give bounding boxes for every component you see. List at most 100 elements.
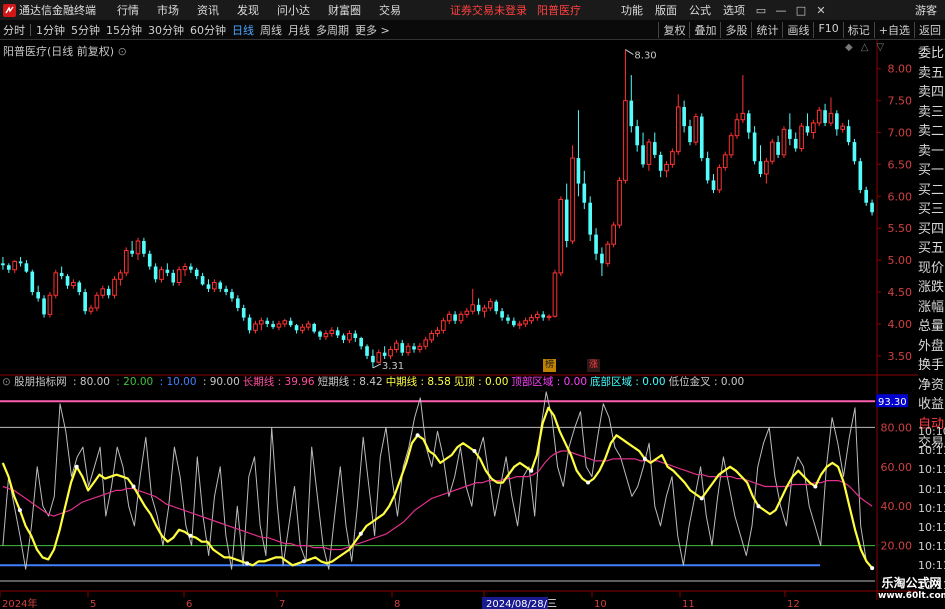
candle-body-up <box>529 317 534 322</box>
tab-5min[interactable]: 5分钟 <box>68 22 103 38</box>
adjust-price-button[interactable]: 复权 <box>658 21 689 38</box>
candle-body-up <box>135 240 141 255</box>
price-tick-label: 7.50 <box>888 95 913 108</box>
menu-market[interactable]: 市场 <box>157 2 179 18</box>
tab-monthly[interactable]: 月线 <box>285 22 313 38</box>
multi-stock-button[interactable]: 多股 <box>720 21 751 38</box>
side-panel-item[interactable]: 卖二 <box>918 122 945 142</box>
mark-button[interactable]: 标记 <box>842 21 874 38</box>
indicator-name[interactable]: 股朋指标网 <box>14 376 67 388</box>
maximize-window-icon[interactable]: □ <box>794 4 808 17</box>
overlay-button[interactable]: 叠加 <box>689 21 720 38</box>
menu-options[interactable]: 选项 <box>723 2 745 18</box>
candle-body-down <box>106 288 111 296</box>
close-window-icon[interactable]: ✕ <box>814 4 828 17</box>
candle-body-down <box>335 330 340 336</box>
menu-wealth-circle[interactable]: 财富圈 <box>328 2 361 18</box>
tick-time: 10:11 <box>918 559 945 573</box>
side-panel-item[interactable]: 净资 <box>918 376 945 396</box>
candle-body-up <box>123 250 129 274</box>
indicator-param-label: 长期线 <box>242 376 275 388</box>
tab-15min[interactable]: 15分钟 <box>103 22 145 38</box>
draw-line-button[interactable]: 画线 <box>782 21 813 38</box>
side-panel-item[interactable]: 卖一 <box>918 142 945 162</box>
minimize-window-icon[interactable]: — <box>774 4 788 17</box>
site-watermark: 乐淘公式网 www.60lt.com <box>878 574 945 601</box>
candle-body-up <box>159 269 164 280</box>
collapse-up-icon[interactable]: △ <box>861 42 877 53</box>
indicator-param: 中期线 : 8.58 <box>386 376 451 388</box>
expand-down-icon[interactable]: ▽ <box>876 42 892 53</box>
candle-body-down <box>506 317 510 321</box>
tab-weekly[interactable]: 周线 <box>257 22 285 38</box>
candle-body-down <box>142 241 146 254</box>
tab-30min[interactable]: 30分钟 <box>145 22 187 38</box>
menu-function[interactable]: 功能 <box>621 2 643 18</box>
tick-time: 10:11 <box>918 482 945 496</box>
tab-intraday[interactable]: 分时 <box>0 22 28 38</box>
menu-discover[interactable]: 发现 <box>237 2 259 18</box>
candle-body-up <box>323 333 329 338</box>
candle-body-up <box>100 288 106 296</box>
candle-body-down <box>189 266 193 270</box>
candle-body-up <box>12 260 18 271</box>
indicator-toggle-icon[interactable]: ⊙ <box>2 376 11 388</box>
trade-login-notice[interactable]: 证券交易未登录 <box>450 2 527 18</box>
kline-chart[interactable]: 8.00 7.50 7.00 6.50 6.00 5.50 5.00 4.50 4.00 3.50… <box>0 40 918 609</box>
tab-multi-period[interactable]: 多周期 <box>313 22 352 38</box>
indicator-param-label: 中期线 <box>385 376 418 388</box>
add-watchlist-button[interactable]: +自选 <box>873 21 914 38</box>
side-panel-item[interactable]: 卖四 <box>918 83 945 103</box>
candle-body-down <box>600 253 604 264</box>
menu-layout[interactable]: 版面 <box>655 2 677 18</box>
menu-ask[interactable]: 问小达 <box>277 2 310 18</box>
side-panel-item[interactable]: 委比 <box>918 44 945 64</box>
menu-formula[interactable]: 公式 <box>689 2 711 18</box>
statistics-button[interactable]: 统计 <box>751 21 782 38</box>
low-marker-label: 3.31 <box>382 361 404 372</box>
diamond-icon[interactable]: ◆ <box>845 42 861 53</box>
ranking-badge[interactable]: 榜 <box>543 359 556 372</box>
limit-up-badge[interactable]: 涨 <box>587 359 600 372</box>
side-panel-item[interactable]: 买四 <box>918 220 945 240</box>
candle-body-down <box>635 126 639 146</box>
back-button[interactable]: 返回 <box>914 21 945 38</box>
side-panel-item[interactable]: 现价 <box>918 259 945 279</box>
side-panel-item[interactable]: 收益 <box>918 395 945 415</box>
tab-60min[interactable]: 60分钟 <box>187 22 229 38</box>
candle-body-down <box>400 343 405 353</box>
tab-daily[interactable]: 日线 <box>229 22 257 38</box>
title-bar: 通达信金融终端 行情 市场 资讯 发现 问小达 财富圈 交易 证券交易未登录 阳… <box>0 0 945 20</box>
indicator-param-value: 0.00 <box>485 376 509 388</box>
menu-news[interactable]: 资讯 <box>197 2 219 18</box>
side-panel-item[interactable]: 买一 <box>918 161 945 181</box>
candle-body-up <box>118 272 123 280</box>
side-panel-item[interactable]: 买三 <box>918 200 945 220</box>
guest-login[interactable]: 游客 <box>915 2 937 18</box>
quote-side-panel: 委比 卖五 卖四 卖三 卖二 卖一 买一 买二 买三 买四 买五 现价 涨跌 涨幅 总量 外盘 换手 净资 收益 自动… <box>918 44 945 454</box>
side-panel-item[interactable]: 卖三 <box>918 103 945 123</box>
f10-button[interactable]: F10 <box>813 21 842 38</box>
side-panel-item[interactable]: 买五 <box>918 239 945 259</box>
date-tick-label: 5 <box>90 599 96 609</box>
side-panel-item[interactable]: 卖五 <box>918 64 945 84</box>
menu-market-quotes[interactable]: 行情 <box>117 2 139 18</box>
side-panel-item[interactable]: 买二 <box>918 181 945 201</box>
candle-body-down <box>194 269 199 277</box>
header-collapse-icon[interactable]: ⊙ <box>118 45 127 58</box>
tab-1min[interactable]: 1分钟 <box>33 22 68 38</box>
tab-more[interactable]: 更多 > <box>352 22 393 38</box>
mid-line-dot <box>415 433 420 438</box>
side-panel-item[interactable]: 涨跌 <box>918 278 945 298</box>
side-panel-item[interactable]: 总量 <box>918 317 945 337</box>
indicator-param-label: 底部区域 <box>590 376 633 388</box>
side-panel-item[interactable]: 外盘 <box>918 337 945 357</box>
candle-body-down <box>83 292 87 312</box>
side-panel-item[interactable]: 换手 <box>918 356 945 376</box>
side-panel-item[interactable]: 涨幅 <box>918 298 945 318</box>
menu-trade[interactable]: 交易 <box>379 2 401 18</box>
indicator-param-value: 90.00 <box>209 376 240 388</box>
candle-body-up <box>840 125 846 130</box>
period-toolbar: 分时 1分钟 5分钟 15分钟 30分钟 60分钟 日线 周线 月线 多周期 更… <box>0 20 945 40</box>
restore-window-icon[interactable]: ▭ <box>754 4 768 17</box>
